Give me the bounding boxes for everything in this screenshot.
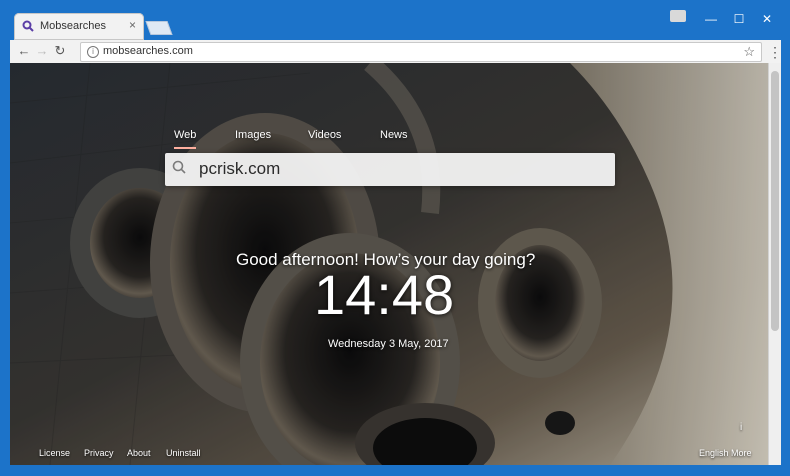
clock-date: Wednesday 3 May, 2017 — [328, 338, 449, 350]
url-text[interactable]: mobsearches.com — [103, 45, 193, 57]
info-icon[interactable]: i — [740, 422, 742, 433]
tab-web[interactable]: Web — [174, 129, 197, 149]
search-type-tabs: Web Images Videos News — [170, 129, 470, 151]
close-window-icon[interactable]: ✕ — [754, 12, 780, 26]
browser-window: Mobsearches × — ☐ ✕ ← → ↻ i mobsearches.… — [0, 0, 790, 476]
footer-link-about[interactable]: About — [127, 448, 151, 458]
reload-icon[interactable]: ↻ — [52, 43, 68, 59]
profile-icon[interactable] — [670, 10, 686, 22]
browser-toolbar: ← → ↻ i mobsearches.com ☆ ⋮ — [10, 40, 782, 64]
minimize-icon[interactable]: — — [698, 12, 724, 26]
new-tab-button[interactable] — [145, 21, 173, 35]
language-selector[interactable]: English — [699, 448, 729, 458]
footer-link-privacy[interactable]: Privacy — [84, 448, 114, 458]
back-icon[interactable]: ← — [16, 43, 32, 59]
scrollbar-thumb[interactable] — [771, 71, 779, 331]
more-button[interactable]: More — [731, 448, 752, 458]
maximize-icon[interactable]: ☐ — [726, 12, 752, 26]
forward-icon[interactable]: → — [34, 43, 50, 59]
search-icon — [172, 160, 186, 174]
window-controls: — ☐ ✕ — [698, 10, 780, 28]
page-content: Web Images Videos News pcrisk.com Good a… — [10, 63, 781, 465]
search-input[interactable]: pcrisk.com — [199, 159, 280, 179]
footer-link-license[interactable]: License — [39, 448, 70, 458]
more-label: More — [731, 448, 752, 458]
site-info-icon[interactable]: i — [87, 46, 99, 58]
search-box[interactable]: pcrisk.com — [165, 153, 615, 186]
tab-images[interactable]: Images — [235, 129, 271, 141]
browser-menu-icon[interactable]: ⋮ — [768, 44, 782, 60]
tab-videos[interactable]: Videos — [308, 129, 341, 141]
browser-tab[interactable]: Mobsearches × — [14, 13, 144, 40]
tab-title: Mobsearches — [40, 20, 107, 32]
footer-link-uninstall[interactable]: Uninstall — [166, 448, 201, 458]
page-scrollbar[interactable] — [768, 63, 781, 465]
tab-close-icon[interactable]: × — [129, 18, 136, 32]
bookmark-star-icon[interactable]: ☆ — [743, 44, 755, 60]
mobsearches-logo-icon — [22, 20, 34, 32]
language-label: English — [699, 448, 729, 458]
clock-time: 14:48 — [314, 263, 455, 326]
address-bar[interactable]: i mobsearches.com ☆ — [80, 42, 762, 62]
tab-news[interactable]: News — [380, 129, 408, 141]
